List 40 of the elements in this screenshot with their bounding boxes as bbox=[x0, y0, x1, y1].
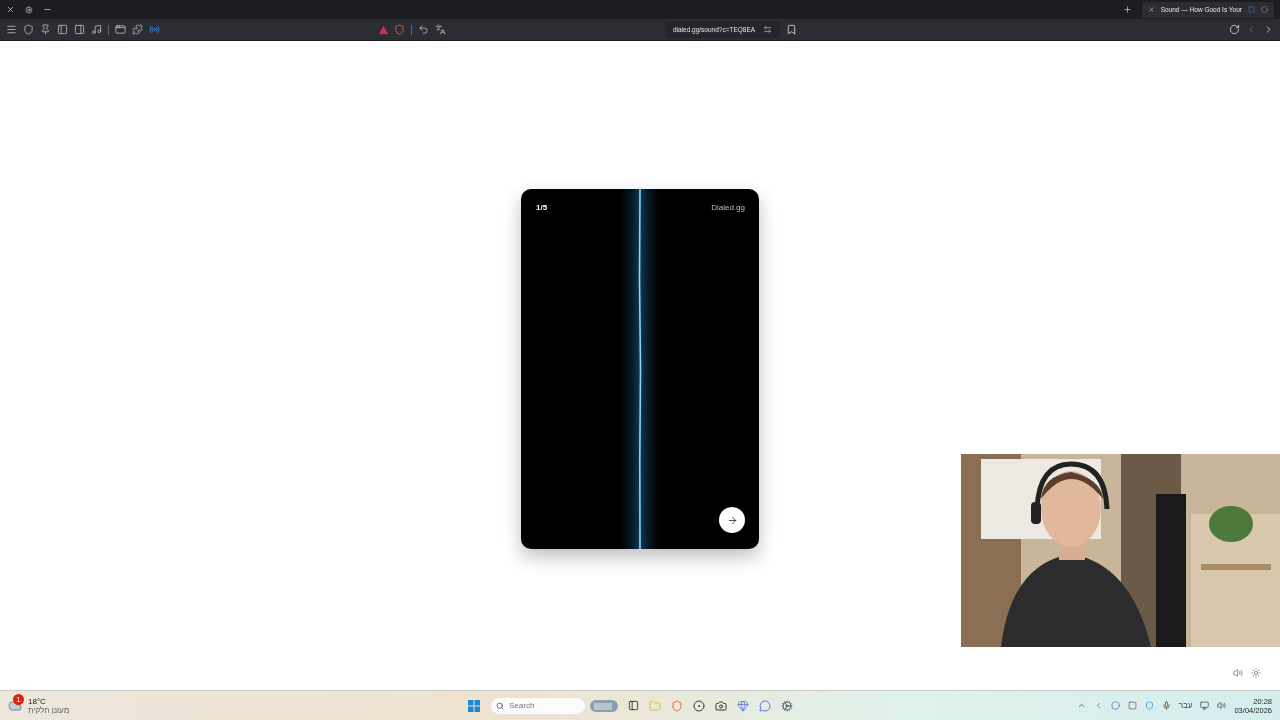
shield-icon[interactable] bbox=[23, 24, 34, 35]
share-icon[interactable] bbox=[763, 25, 773, 34]
radio-waves-icon[interactable] bbox=[149, 24, 160, 35]
menu-icon[interactable] bbox=[6, 24, 17, 35]
triangle-icon[interactable] bbox=[378, 25, 388, 34]
undo-icon[interactable] bbox=[417, 24, 429, 35]
sun-icon[interactable] bbox=[1251, 668, 1261, 678]
music-icon[interactable] bbox=[91, 24, 102, 35]
translate-icon[interactable] bbox=[434, 24, 446, 35]
close-tab-icon[interactable] bbox=[1147, 6, 1155, 13]
settings-gear-icon[interactable] bbox=[781, 699, 793, 712]
windows-start-icon[interactable] bbox=[468, 699, 480, 712]
speaker-icon[interactable] bbox=[1233, 668, 1243, 678]
search-icon bbox=[496, 701, 504, 710]
diamond-icon[interactable] bbox=[737, 699, 749, 712]
tab-favicon-icon bbox=[1248, 6, 1255, 13]
reload-icon[interactable] bbox=[1229, 24, 1241, 35]
chat-icon[interactable] bbox=[759, 699, 771, 712]
window-icon[interactable] bbox=[115, 24, 126, 35]
panel-icon[interactable] bbox=[57, 24, 68, 35]
alert-badge: 1 bbox=[13, 693, 24, 705]
task-view-icon[interactable] bbox=[628, 700, 639, 711]
input-language[interactable]: עבר bbox=[1178, 701, 1193, 710]
step-counter: 1/5 bbox=[536, 203, 548, 212]
puzzle-icon[interactable] bbox=[132, 24, 143, 35]
search-field[interactable]: Search bbox=[490, 696, 586, 715]
new-tab-icon[interactable] bbox=[1122, 5, 1132, 14]
pin-icon[interactable] bbox=[40, 24, 51, 35]
brand-label: Dialed.gg bbox=[711, 203, 745, 212]
sidebar-icon[interactable] bbox=[74, 24, 85, 35]
microphone-icon[interactable] bbox=[1161, 701, 1171, 710]
temperature: 18°C bbox=[28, 696, 47, 706]
arrow-right-icon bbox=[726, 514, 738, 526]
volume-icon[interactable] bbox=[1217, 701, 1227, 710]
next-button[interactable] bbox=[719, 507, 745, 533]
close-icon[interactable] bbox=[6, 5, 15, 14]
tray-expand-icon[interactable] bbox=[1076, 701, 1086, 710]
settings-icon[interactable] bbox=[25, 5, 33, 14]
bookmark-icon[interactable] bbox=[786, 24, 798, 35]
weather-condition: מעונן חלקית bbox=[28, 705, 70, 715]
